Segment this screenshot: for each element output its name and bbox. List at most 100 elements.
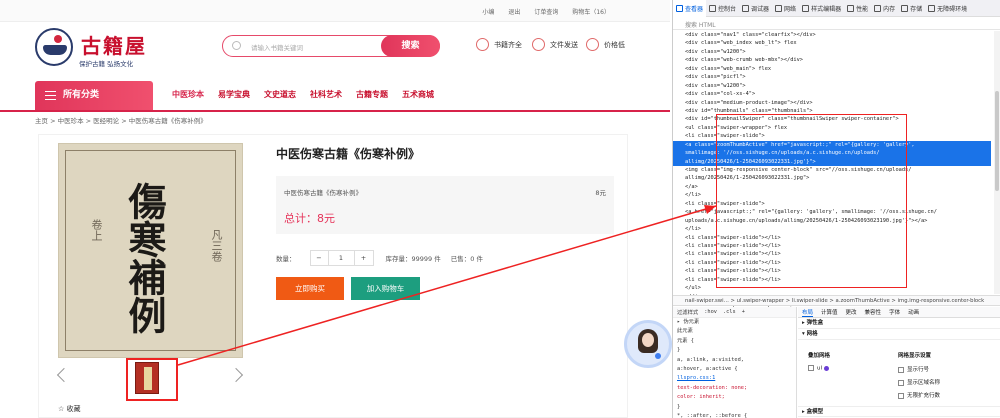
devtools-tab[interactable]: 样式编辑器 xyxy=(799,0,844,17)
html-tree-node[interactable]: <div class="col-xs-4"> xyxy=(673,90,991,98)
color-swatch-icon[interactable] xyxy=(823,365,829,371)
sold-count: 已售：0 件 xyxy=(450,255,483,263)
tree-scrollbar[interactable] xyxy=(994,31,1000,294)
html-search-input[interactable]: 搜索 HTML xyxy=(673,17,1000,30)
html-tree-node[interactable]: <div class="web_index web_lt"> flex xyxy=(673,39,991,47)
online-dot-icon xyxy=(655,353,661,359)
quantity-plus-button[interactable]: + xyxy=(355,251,373,265)
cover-side-text: 卷上 xyxy=(90,219,103,241)
html-tree-node[interactable]: <div class="picfl"> xyxy=(673,73,991,81)
grid-section[interactable]: ▾ 网格 xyxy=(798,329,1000,340)
add-to-cart-button[interactable]: 加入购物车 xyxy=(351,277,420,300)
css-rule-line[interactable]: *, ::after, ::before { xyxy=(673,412,796,418)
price-box: 中医伤寒古籍《伤寒补例》 8元 总计：8元 xyxy=(276,176,614,234)
cover-side-text: 凡三卷 xyxy=(210,229,223,262)
checkbox-icon[interactable] xyxy=(898,379,904,386)
rules-toolbar-item[interactable]: .cls xyxy=(723,309,736,315)
checkbox-icon[interactable] xyxy=(808,365,814,371)
rules-toolbar-item[interactable]: + xyxy=(742,309,745,315)
nav-item[interactable]: 社科艺术 xyxy=(310,89,342,100)
css-rule-line[interactable]: 元素 { xyxy=(673,337,796,346)
logo-title: 古籍屋 xyxy=(81,34,147,58)
grid-option[interactable]: 无限扩充行数 xyxy=(898,391,940,399)
html-tree-node[interactable]: <div class="medium-product-image"></div> xyxy=(673,99,991,107)
css-rule-line[interactable]: a:hover, a:active { xyxy=(673,365,796,374)
layout-tab[interactable]: 更改 xyxy=(846,308,857,316)
nav-item[interactable]: 文史道志 xyxy=(264,89,296,100)
stylesheet-link[interactable]: llspro.css:1 xyxy=(673,374,796,383)
all-categories-button[interactable]: 所有分类 xyxy=(35,81,153,110)
favorite-button[interactable]: ☆ 收藏 xyxy=(58,404,81,414)
html-tree-node[interactable]: <div class="w1200"> xyxy=(673,48,991,56)
site-logo[interactable]: 古籍屋 保护古籍 弘扬文化 xyxy=(35,28,185,72)
grid-option-label: 显示行号 xyxy=(907,367,930,373)
grid-overlay: 叠加网格 ul xyxy=(808,351,830,372)
css-rule-line[interactable]: } xyxy=(673,346,796,355)
devtools-tab[interactable]: 网络 xyxy=(772,0,799,17)
top-bar: 小编 退出 订单查询 购物车（16） xyxy=(0,0,670,22)
devtools-tab-label: 内存 xyxy=(883,5,896,13)
css-rule-line[interactable]: a, a:link, a:visited, xyxy=(673,356,796,365)
quantity-stepper[interactable]: − 1 + xyxy=(309,250,374,266)
devtools-tab[interactable]: 存储 xyxy=(898,0,925,17)
feature-books: 书籍齐全 xyxy=(476,38,522,51)
layout-tab[interactable]: 布局 xyxy=(802,308,814,317)
css-rule-line[interactable]: 此元素 xyxy=(673,327,796,336)
css-rule-line[interactable]: color: inherit; xyxy=(673,393,796,402)
grid-option[interactable]: 显示区域名称 xyxy=(898,378,940,386)
html-tree-node[interactable]: <div class="w1200"> xyxy=(673,82,991,90)
top-link[interactable]: 小编 xyxy=(482,7,494,16)
layout-tab[interactable]: 兼容性 xyxy=(865,308,882,316)
rules-pane: 过滤样式:hov .cls + ▸ 伪元素 此元素 元素 {} a, a:link, a:… xyxy=(673,307,797,418)
html-tree-node[interactable]: <div class="web-crumb web-mbx"></div> xyxy=(673,56,991,64)
devtools-tab-label: 样式编辑器 xyxy=(811,5,842,13)
rules-toolbar-item[interactable]: :hov xyxy=(704,309,717,315)
box-model-section[interactable]: ▸ 盒模型 xyxy=(798,406,1000,417)
highlight-frame xyxy=(716,114,907,288)
css-rule-line[interactable]: text-decoration: none; xyxy=(673,384,796,393)
top-link[interactable]: 订单查询 xyxy=(534,7,558,16)
nav-items: 中医珍本 易学宝典 文史道志 社科艺术 古籍专题 五术商城 xyxy=(172,89,434,100)
top-link[interactable]: 购物车（16） xyxy=(572,7,610,16)
nav-item[interactable]: 古籍专题 xyxy=(356,89,388,100)
devtools-tab[interactable]: 无障碍环境 xyxy=(925,0,970,17)
quantity-field[interactable]: 1 xyxy=(329,251,355,265)
devtools-tab[interactable]: 调试器 xyxy=(739,0,772,17)
checkbox-icon[interactable] xyxy=(898,392,904,399)
top-link[interactable]: 退出 xyxy=(508,7,520,16)
checkbox-icon[interactable] xyxy=(898,366,904,373)
css-rule-line[interactable]: ▸ 伪元素 xyxy=(673,318,796,327)
nav-item[interactable]: 中医珍本 xyxy=(172,89,204,100)
search-button[interactable]: 搜索 xyxy=(381,35,440,57)
book-icon xyxy=(476,38,489,51)
css-rule-line[interactable]: } xyxy=(673,403,796,412)
html-tree-node[interactable]: <div class="web_main"> flex xyxy=(673,65,991,73)
devtools-tab[interactable]: 内存 xyxy=(871,0,898,17)
quantity-minus-button[interactable]: − xyxy=(311,251,329,265)
scrollbar-thumb[interactable] xyxy=(995,91,999,191)
layout-tab[interactable]: 字体 xyxy=(889,308,900,316)
grid-item-row[interactable]: ul xyxy=(808,365,830,372)
nav-item[interactable]: 五术商城 xyxy=(402,89,434,100)
assistant-avatar[interactable] xyxy=(624,320,672,368)
product-main-image[interactable]: 卷上 傷寒補例 凡三卷 xyxy=(58,143,243,358)
layout-tab[interactable]: 动画 xyxy=(908,308,919,316)
stock-count: 库存量：99999 件 xyxy=(385,255,441,263)
tab-icon xyxy=(775,4,783,12)
rules-toolbar-item[interactable]: 过滤样式 xyxy=(677,308,698,316)
logo-emblem-icon xyxy=(35,28,73,66)
grid-settings-label: 网格显示设置 xyxy=(898,353,932,359)
node-breadcrumb[interactable]: nail-swiper.swi… > ul.swiper-wrapper > l… xyxy=(673,295,1000,306)
rules-lines: ▸ 伪元素 此元素 元素 {} a, a:link, a:visited, a:hove… xyxy=(673,318,796,418)
grid-overlay-label: 叠加网格 xyxy=(808,353,831,359)
devtools-tab[interactable]: 查看器 xyxy=(673,0,707,17)
layout-tab[interactable]: 计算值 xyxy=(821,308,838,316)
devtools-tab[interactable]: 控制台 xyxy=(706,0,739,17)
flex-section[interactable]: ▸ 弹性盒 xyxy=(798,318,1000,329)
html-tree-node[interactable]: <div class="nav1" class="clearfix"></div… xyxy=(673,31,991,39)
grid-option[interactable]: 显示行号 xyxy=(898,365,940,373)
devtools-tab[interactable]: 性能 xyxy=(844,0,871,17)
unit-price: 8元 xyxy=(595,189,606,197)
buy-now-button[interactable]: 立即购买 xyxy=(276,277,344,300)
nav-item[interactable]: 易学宝典 xyxy=(218,89,250,100)
